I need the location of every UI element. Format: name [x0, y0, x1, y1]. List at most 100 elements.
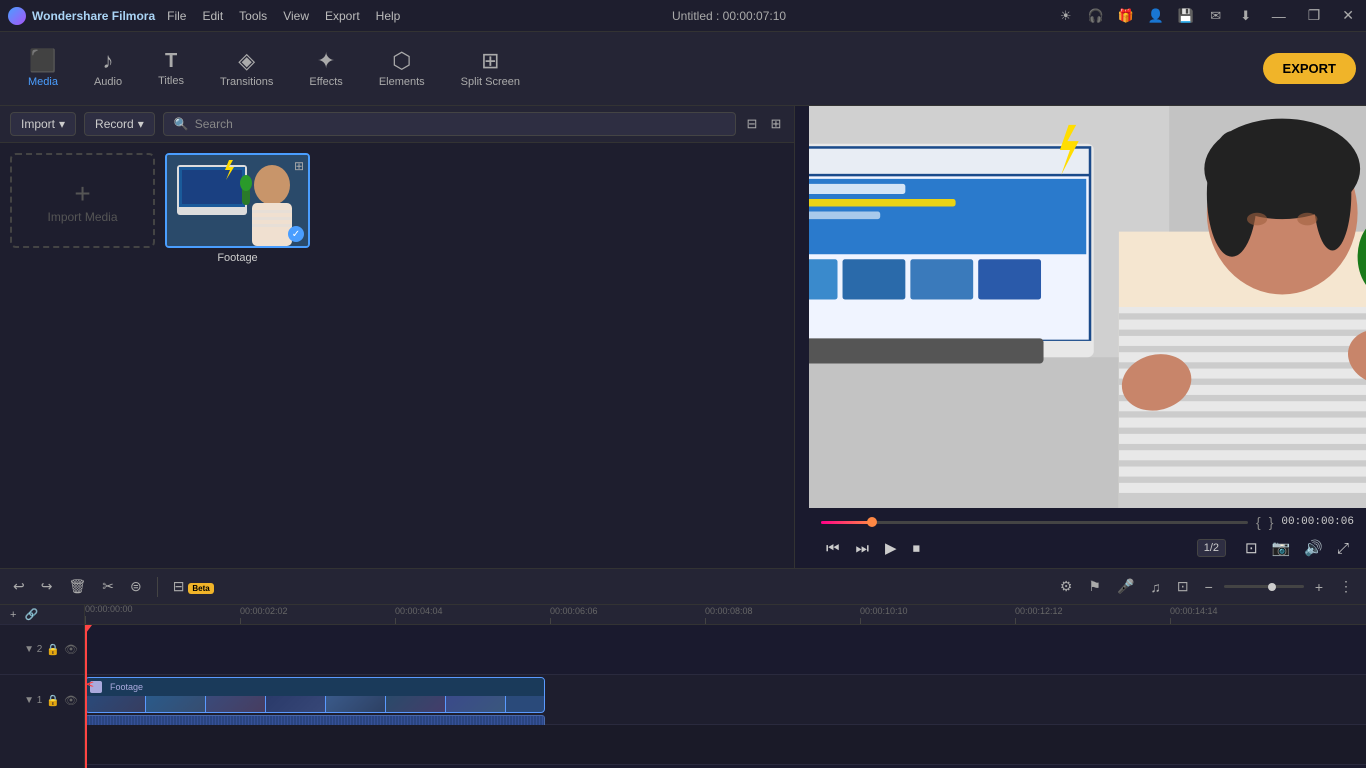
scissors-icon: ✂ — [85, 675, 94, 695]
menu-file[interactable]: File — [167, 9, 186, 23]
clip-frame-3 — [206, 696, 266, 713]
filter-icon[interactable]: ⊟ — [744, 116, 760, 132]
full-screen-button[interactable]: ⊡ — [1240, 536, 1263, 560]
footage-thumb-inner — [167, 155, 308, 246]
mail-icon[interactable]: ✉ — [1208, 8, 1224, 24]
clip-thumbnails — [86, 696, 544, 713]
playback-thumb — [867, 517, 877, 527]
bracket-left-icon[interactable]: { — [1256, 514, 1261, 530]
add-track-button[interactable]: + — [6, 608, 20, 622]
ruler-mark-3: 00:00:06:06 — [550, 606, 598, 624]
skip-back-button[interactable]: ⏮ — [821, 537, 845, 560]
timeline-ruler: 00:00:00:00 00:00:02:02 00:00:04:04 00:0… — [85, 605, 1366, 625]
app-name: Wondershare Filmora — [32, 9, 155, 23]
gift-icon[interactable]: 🎁 — [1118, 8, 1134, 24]
toolbar-titles[interactable]: T Titles — [140, 43, 202, 95]
toolbar-separator — [157, 577, 158, 597]
ruler-mark-0: 00:00:00:00 — [85, 605, 133, 624]
headphone-icon[interactable]: 🎧 — [1088, 8, 1104, 24]
media-item-footage[interactable]: ⊞ ✓ Footage — [165, 153, 310, 558]
media-toolbar: Import ▾ Record ▾ 🔍 Search ⊟ ⊞ — [0, 106, 794, 143]
adjust-button[interactable]: ⊜ — [125, 575, 147, 598]
toolbar-split-screen[interactable]: ⊞ Split Screen — [443, 42, 538, 96]
zoom-slider[interactable] — [1224, 585, 1304, 588]
save-icon[interactable]: 💾 — [1178, 8, 1194, 24]
menu-view[interactable]: View — [283, 9, 309, 23]
import-media-placeholder[interactable]: + Import Media — [10, 153, 155, 248]
snapshot-button[interactable]: 📷 — [1267, 536, 1296, 560]
toolbar-transitions[interactable]: ◈ Transitions — [202, 42, 291, 96]
delete-button[interactable]: 🗑 — [63, 575, 91, 598]
elements-icon: ⬡ — [392, 50, 411, 72]
ruler-mark-2: 00:00:04:04 — [395, 606, 443, 624]
mic-icon[interactable]: 🎤 — [1112, 575, 1139, 598]
preview-frame-svg — [809, 106, 1366, 508]
record-dropdown[interactable]: Record ▾ — [84, 112, 155, 136]
play-button[interactable]: ▶ — [880, 536, 902, 560]
quality-select[interactable]: 1/2 — [1197, 539, 1226, 557]
toolbar-audio[interactable]: ♪ Audio — [76, 42, 140, 96]
zoom-out-button[interactable]: − — [1200, 576, 1218, 598]
minimize-button[interactable]: — — [1268, 8, 1290, 24]
playhead[interactable] — [85, 625, 87, 768]
ruler-mark-4: 00:00:08:08 — [705, 606, 753, 624]
clip-frame-1 — [86, 696, 146, 713]
footage-clip[interactable]: Footage — [85, 677, 545, 713]
track-v2-lock-icon[interactable]: 🔒 — [46, 643, 60, 656]
toolbar-media[interactable]: ⬛ Media — [10, 42, 76, 96]
volume-button[interactable]: 🔊 — [1299, 536, 1328, 560]
app-logo: Wondershare Filmora — [8, 7, 155, 25]
playback-slider[interactable] — [821, 521, 1248, 524]
redo-button[interactable]: ↪ — [36, 575, 58, 598]
media-panel: Import ▾ Record ▾ 🔍 Search ⊟ ⊞ + Import … — [0, 106, 795, 568]
video-track-1: Footage — [85, 675, 1366, 725]
music-icon[interactable]: ♫ — [1145, 576, 1166, 598]
zoom-fit-button[interactable]: ⤢ — [1332, 537, 1354, 560]
export-button[interactable]: EXPORT — [1263, 53, 1356, 84]
undo-button[interactable]: ↩ — [8, 575, 30, 598]
search-icon: 🔍 — [174, 117, 189, 131]
timeline-main[interactable]: 00:00:00:00 00:00:02:02 00:00:04:04 00:0… — [85, 605, 1366, 768]
bracket-right-icon[interactable]: } — [1269, 514, 1274, 530]
settings-icon[interactable]: ⚙ — [1055, 575, 1078, 598]
titlebar-actions: ☀ 🎧 🎁 👤 💾 ✉ ⬇ — ❐ ✕ — [1058, 7, 1358, 24]
track-v2-eye-icon[interactable]: 👁 — [64, 643, 78, 656]
toolbar-elements[interactable]: ⬡ Elements — [361, 42, 443, 96]
clip-frame-7 — [446, 696, 506, 713]
zoom-in-button[interactable]: + — [1310, 576, 1328, 598]
marker-button[interactable]: ⊟ Beta — [168, 575, 219, 598]
transitions-icon: ◈ — [238, 50, 255, 72]
maximize-button[interactable]: ❐ — [1304, 7, 1325, 24]
fullscreen-timeline-button[interactable]: ⋮ — [1334, 575, 1358, 598]
cut-button[interactable]: ✂ — [97, 575, 119, 598]
import-dropdown[interactable]: Import ▾ — [10, 112, 76, 136]
split-screen-icon: ⊞ — [481, 50, 499, 72]
timeline-track-headers: + 🔗 ▼ 2 🔒 👁 ▼ 1 🔒 👁 — [0, 605, 85, 768]
track-v1-eye-icon[interactable]: 👁 — [64, 694, 78, 707]
menu-tools[interactable]: Tools — [239, 9, 267, 23]
menu-help[interactable]: Help — [376, 9, 401, 23]
close-button[interactable]: ✕ — [1338, 7, 1358, 24]
toolbar-titles-label: Titles — [158, 75, 184, 87]
footage-label: Footage — [165, 252, 310, 264]
menu-export[interactable]: Export — [325, 9, 360, 23]
user-icon[interactable]: 👤 — [1148, 8, 1164, 24]
pip-icon[interactable]: ⊡ — [1172, 575, 1194, 598]
link-track-button[interactable]: 🔗 — [20, 607, 42, 622]
ruler-mark-6: 00:00:12:12 — [1015, 606, 1063, 624]
grid-view-icon[interactable]: ⊞ — [768, 116, 784, 132]
check-badge: ✓ — [288, 226, 304, 242]
media-icon: ⬛ — [29, 50, 56, 72]
main-toolbar: ⬛ Media ♪ Audio T Titles ◈ Transitions ✦… — [0, 32, 1366, 106]
menu-edit[interactable]: Edit — [202, 9, 223, 23]
track-v1-lock-icon[interactable]: 🔒 — [46, 694, 60, 707]
flag-icon[interactable]: ⚑ — [1083, 575, 1106, 598]
sun-icon[interactable]: ☀ — [1058, 8, 1074, 24]
download-icon[interactable]: ⬇ — [1238, 8, 1254, 24]
stop-button[interactable]: ⏹ — [908, 537, 926, 560]
toolbar-effects[interactable]: ✦ Effects — [291, 42, 360, 96]
track-v2-header: ▼ 2 🔒 👁 — [0, 625, 84, 675]
playback-slider-row: { } 00:00:00:06 — [821, 514, 1354, 530]
search-box[interactable]: 🔍 Search — [163, 112, 736, 136]
step-back-button[interactable]: ⏭ — [851, 537, 875, 560]
